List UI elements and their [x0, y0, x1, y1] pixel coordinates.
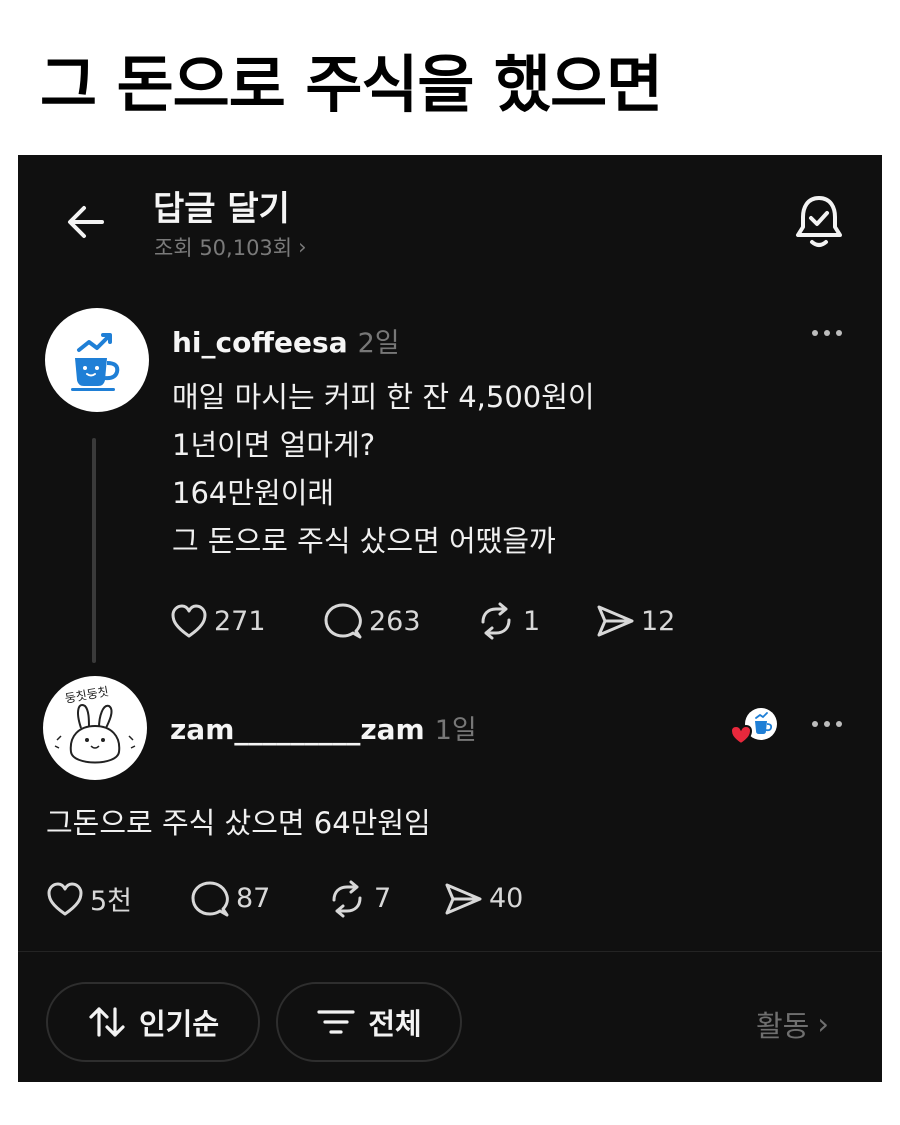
share-count: 12: [641, 605, 676, 637]
author-heart-badge-icon: [729, 708, 777, 746]
comment-bubble-icon: [324, 603, 362, 639]
post-line: 164만원이래: [172, 476, 335, 510]
share-count: 40: [489, 883, 524, 914]
page-title: 답글 달기: [153, 189, 290, 229]
arrow-left-icon: [68, 206, 104, 238]
thread-connector-line: [92, 438, 96, 663]
repost-count: 7: [374, 883, 392, 914]
reply-more-button[interactable]: [812, 718, 852, 730]
reply-share-button[interactable]: 40: [443, 881, 523, 917]
heart-icon: [171, 604, 207, 638]
author-liked-badge: [729, 706, 781, 746]
reply-like-button[interactable]: 5천: [46, 879, 190, 918]
more-dot-icon: [812, 721, 818, 727]
repost-icon: [481, 602, 511, 640]
reply-body: 그돈으로 주식 샀으면 64만원임: [46, 806, 431, 840]
repost-icon: [332, 880, 362, 917]
comment-count: 263: [369, 605, 421, 637]
notification-button[interactable]: [793, 193, 845, 249]
post-body: 매일 마시는 커피 한 잔 4,500원이 1년이면 얼마게? 164만원이래 …: [172, 373, 595, 565]
reply-repost-button[interactable]: 7: [326, 880, 443, 918]
more-dot-icon: [836, 330, 842, 336]
filter-button[interactable]: 전체: [276, 982, 462, 1062]
comment-count: 87: [236, 883, 271, 914]
comment-bubble-icon: [191, 881, 229, 916]
activity-label: 활동: [756, 1009, 810, 1043]
repost-count: 1: [523, 605, 541, 637]
filter-lines-icon: [317, 1010, 355, 1034]
heart-icon: [47, 882, 83, 915]
post-username[interactable]: hi_coffeesa: [172, 326, 348, 359]
post-repost-button[interactable]: 1: [475, 602, 595, 640]
activity-link[interactable]: 활동 ›: [756, 1003, 829, 1045]
threads-screen: 답글 달기 조회 50,103회 › hi_coffeesa 2일 매일 마시는…: [18, 155, 882, 1082]
post-line: 1년이면 얼마게?: [172, 428, 376, 462]
view-count-link[interactable]: 조회 50,103회 ›: [154, 232, 307, 262]
like-count: 5천: [90, 886, 133, 917]
more-dot-icon: [812, 330, 818, 336]
post-more-button[interactable]: [812, 327, 852, 339]
more-dot-icon: [836, 721, 842, 727]
post-actions: 271 263 1 12: [170, 602, 675, 640]
reply-comment-button[interactable]: 87: [190, 880, 326, 918]
bell-check-icon: [796, 196, 842, 247]
view-count: 조회 50,103회: [154, 236, 293, 260]
post-share-button[interactable]: 12: [595, 603, 675, 639]
reply-username[interactable]: zam_________zam: [170, 713, 425, 746]
send-icon: [597, 605, 634, 637]
more-dot-icon: [824, 330, 830, 336]
post-comment-button[interactable]: 263: [323, 602, 475, 640]
post-line: 그 돈으로 주식 샀으면 어땠을까: [172, 524, 556, 558]
like-count: 271: [214, 605, 266, 637]
back-button[interactable]: [64, 200, 108, 244]
post-line: 매일 마시는 커피 한 잔 4,500원이: [172, 380, 595, 414]
section-divider: [18, 951, 882, 952]
sort-arrows-icon: [89, 1007, 125, 1037]
filter-label: 전체: [368, 1007, 422, 1041]
headline-title: 그 돈으로 주식을 했으면: [40, 48, 663, 121]
chevron-right-icon: ›: [298, 235, 307, 259]
chevron-right-icon: ›: [817, 1007, 829, 1041]
bunny-avatar-icon: 둥칫둥칫: [54, 684, 136, 764]
send-icon: [445, 883, 482, 914]
sort-button[interactable]: 인기순: [46, 982, 260, 1062]
avatar-hi-coffeesa[interactable]: [45, 308, 149, 412]
post-like-button[interactable]: 271: [170, 603, 323, 639]
reply-header: zam_________zam 1일: [170, 708, 477, 747]
avatar-zam-zam[interactable]: 둥칫둥칫: [43, 676, 147, 780]
post-time: 2일: [357, 328, 400, 359]
sort-label: 인기순: [138, 1007, 220, 1041]
reply-actions: 5천 87 7 40: [46, 879, 523, 918]
reply-time: 1일: [434, 715, 477, 746]
svg-text:둥칫둥칫: 둥칫둥칫: [64, 684, 110, 705]
coffee-cup-logo-icon: [71, 333, 120, 391]
more-dot-icon: [824, 721, 830, 727]
post-header: hi_coffeesa 2일: [172, 321, 400, 360]
